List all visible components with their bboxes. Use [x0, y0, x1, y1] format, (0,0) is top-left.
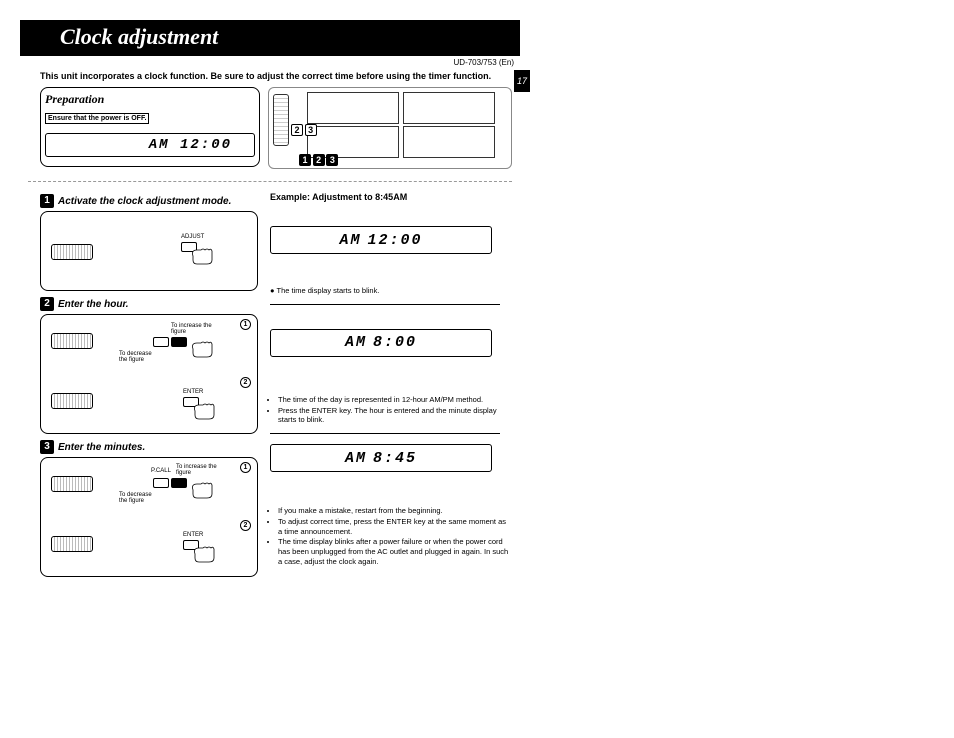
step-2-diagram: 1 To increase the figure To decrease the… [40, 314, 258, 434]
note-item: To adjust correct time, press the ENTER … [278, 517, 512, 537]
divider [28, 181, 512, 182]
remote-icon [273, 94, 289, 146]
decrease-label: To decrease the figure [119, 492, 159, 504]
separator [270, 433, 500, 434]
time-value: 8:00 [373, 334, 417, 351]
substep-1: 1 [240, 319, 251, 330]
step-1-title: Activate the clock adjustment mode. [58, 196, 231, 207]
intro-text: This unit incorporates a clock function.… [20, 67, 520, 87]
hand-icon [189, 246, 215, 266]
example-title: Example: Adjustment to 8:45AM [270, 192, 512, 202]
substep-1: 1 [240, 462, 251, 473]
hand-icon [191, 544, 217, 564]
pcall-label: P.CALL [151, 468, 171, 474]
callout-1: 1 [299, 154, 311, 166]
callout-3w: 3 [305, 124, 317, 136]
adjust-label: ADJUST [181, 234, 204, 240]
callout-group-top: 2 3 [291, 124, 317, 136]
hand-icon [191, 401, 217, 421]
step-3-title: Enter the minutes. [58, 442, 145, 453]
note-item: If you make a mistake, restart from the … [278, 506, 512, 516]
page-number-tab: 17 [514, 70, 530, 92]
model-id: UD-703/753 (En) [20, 56, 520, 67]
preparation-title: Preparation [45, 92, 255, 107]
manual-page: Clock adjustment UD-703/753 (En) 17 This… [20, 20, 520, 577]
preparation-instruction: Ensure that the power is OFF. [45, 113, 149, 124]
component-1 [307, 92, 399, 124]
down-key [153, 337, 169, 347]
callout-3: 3 [326, 154, 338, 166]
component-3 [403, 92, 495, 124]
right-column: Example: Adjustment to 8:45AM AM 12:00 ●… [270, 188, 512, 577]
notes-2: The time of the day is represented in 12… [270, 395, 512, 425]
content-columns: 1 Activate the clock adjustment mode. AD… [20, 188, 520, 577]
remote-icon [51, 476, 93, 492]
callout-group-bottom: 1 2 3 [299, 154, 338, 166]
step-3-header: 3 Enter the minutes. [40, 440, 260, 454]
example-display-3: AM 8:45 [270, 444, 492, 472]
example-display-2: AM 8:00 [270, 329, 492, 357]
increase-label: To increase the figure [176, 464, 226, 476]
hand-icon [189, 480, 215, 500]
step-2-title: Enter the hour. [58, 299, 129, 310]
decrease-label: To decrease the figure [119, 351, 159, 363]
step-3-diagram: 1 P.CALL To increase the figure To decre… [40, 457, 258, 577]
preparation-box: Preparation Ensure that the power is OFF… [40, 87, 260, 167]
substep-2: 2 [240, 377, 251, 388]
note-item: The time display blinks after a power fa… [278, 537, 512, 566]
time-value: 12:00 [368, 232, 423, 249]
step-3-num: 3 [40, 440, 54, 454]
display-text: AM 12:00 [149, 137, 232, 153]
page-title-bar: Clock adjustment [20, 20, 520, 56]
increase-label: To increase the figure [171, 323, 221, 335]
down-key [153, 478, 169, 488]
preparation-display: AM 12:00 [45, 133, 255, 157]
callout-2w: 2 [291, 124, 303, 136]
callout-2: 2 [313, 154, 325, 166]
step-2-header: 2 Enter the hour. [40, 297, 260, 311]
remote-icon [51, 536, 93, 552]
ampm: AM [339, 232, 361, 249]
ampm: AM [345, 450, 367, 467]
time-value: 8:45 [373, 450, 417, 467]
step-1-header: 1 Activate the clock adjustment mode. [40, 194, 260, 208]
step-1-num: 1 [40, 194, 54, 208]
remote-icon [51, 393, 93, 409]
component-4 [403, 126, 495, 158]
notes-3: If you make a mistake, restart from the … [270, 506, 512, 567]
page-title: Clock adjustment [60, 24, 218, 49]
step-1-diagram: ADJUST [40, 211, 258, 291]
note-1: ● The time display starts to blink. [270, 286, 512, 296]
example-display-1: AM 12:00 [270, 226, 492, 254]
remote-icon [51, 333, 93, 349]
left-column: 1 Activate the clock adjustment mode. AD… [40, 188, 260, 577]
ampm: AM [345, 334, 367, 351]
hand-icon [189, 339, 215, 359]
note-item: Press the ENTER key. The hour is entered… [278, 406, 512, 426]
substep-2: 2 [240, 520, 251, 531]
up-key [171, 337, 187, 347]
step-2-num: 2 [40, 297, 54, 311]
equipment-diagram: 2 3 1 2 3 [268, 87, 512, 169]
note-item: The time of the day is represented in 12… [278, 395, 512, 405]
top-row: Preparation Ensure that the power is OFF… [20, 87, 520, 175]
enter-label: ENTER [183, 532, 203, 538]
enter-label: ENTER [183, 389, 203, 395]
up-key [171, 478, 187, 488]
remote-icon [51, 244, 93, 260]
separator [270, 304, 500, 305]
